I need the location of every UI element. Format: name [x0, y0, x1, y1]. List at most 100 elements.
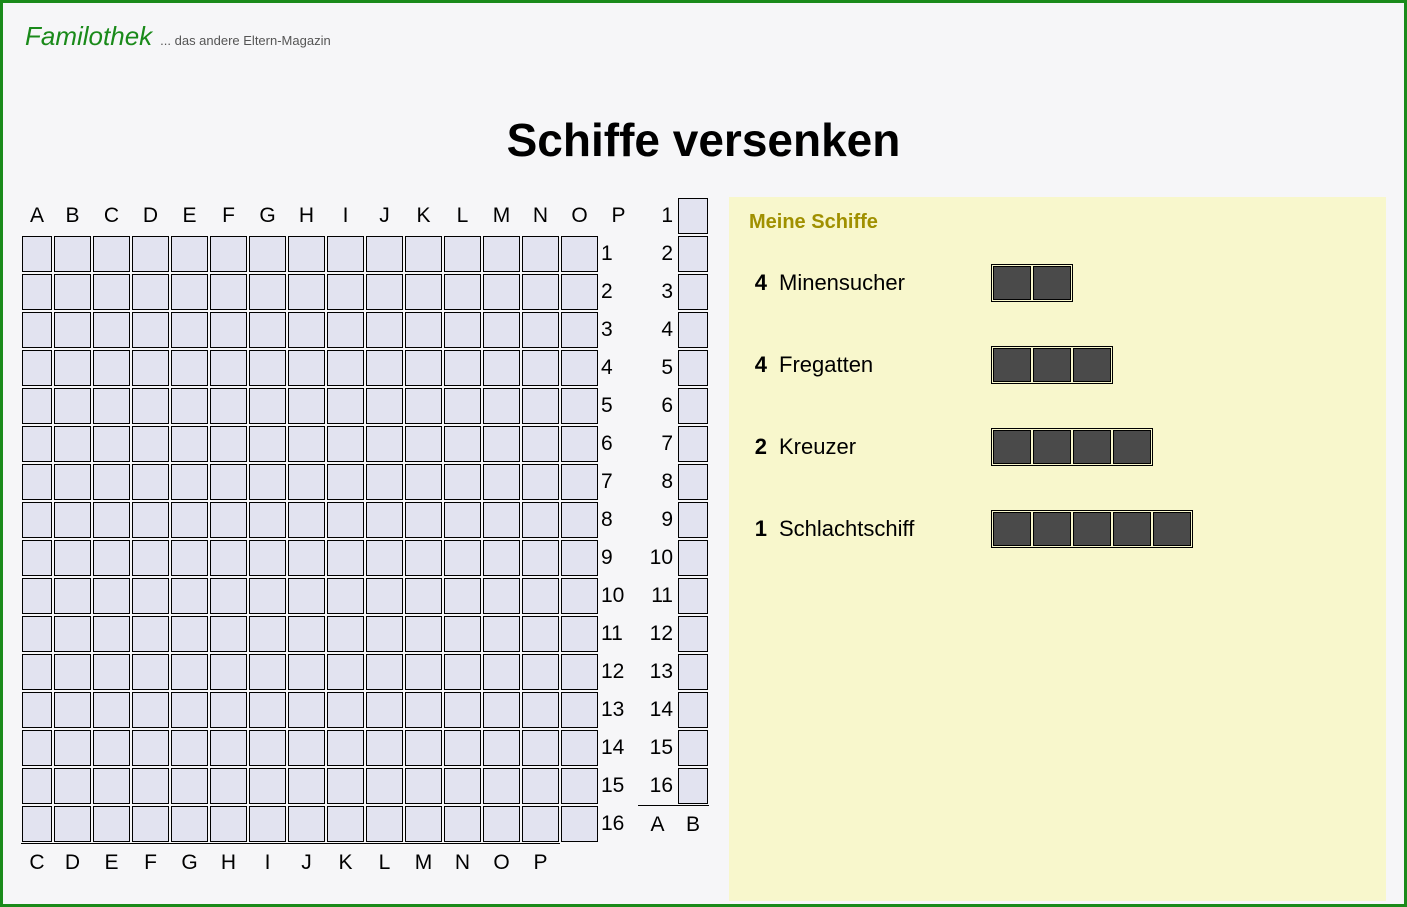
grid-cell[interactable]: [22, 464, 52, 500]
grid-cell[interactable]: [171, 806, 208, 842]
grid-cell[interactable]: [522, 730, 559, 766]
grid-cell[interactable]: [22, 312, 52, 348]
grid-cell[interactable]: [561, 540, 598, 576]
grid-cell[interactable]: [288, 578, 325, 614]
grid-cell[interactable]: [22, 692, 52, 728]
grid-cell[interactable]: [522, 350, 559, 386]
grid-cell[interactable]: [288, 654, 325, 690]
grid-cell[interactable]: [327, 540, 364, 576]
grid-cell[interactable]: [210, 312, 247, 348]
grid-cell[interactable]: [405, 654, 442, 690]
grid-cell[interactable]: [561, 502, 598, 538]
grid-cell[interactable]: [327, 578, 364, 614]
grid-cell[interactable]: [210, 578, 247, 614]
grid-cell[interactable]: [366, 312, 403, 348]
grid-cell[interactable]: [210, 768, 247, 804]
grid-cell[interactable]: [288, 312, 325, 348]
grid-cell[interactable]: [288, 350, 325, 386]
grid-cell[interactable]: [93, 502, 130, 538]
grid-cell[interactable]: [210, 236, 247, 272]
grid-cell[interactable]: [522, 502, 559, 538]
grid-cell[interactable]: [54, 312, 91, 348]
grid-cell[interactable]: [366, 616, 403, 652]
grid-cell[interactable]: [444, 388, 481, 424]
grid-cell[interactable]: [54, 388, 91, 424]
grid-cell[interactable]: [132, 350, 169, 386]
grid-cell[interactable]: [483, 312, 520, 348]
grid-cell[interactable]: [249, 274, 286, 310]
grid-cell[interactable]: [171, 312, 208, 348]
grid-cell[interactable]: [132, 426, 169, 462]
grid-cell[interactable]: [132, 274, 169, 310]
grid-cell[interactable]: [132, 806, 169, 842]
grid-cell[interactable]: [54, 464, 91, 500]
grid-cell[interactable]: [678, 350, 708, 386]
grid-cell[interactable]: [171, 388, 208, 424]
grid-cell[interactable]: [54, 540, 91, 576]
grid-cell[interactable]: [93, 464, 130, 500]
grid-cell[interactable]: [678, 236, 708, 272]
grid-cell[interactable]: [132, 692, 169, 728]
grid-cell[interactable]: [93, 768, 130, 804]
grid-cell[interactable]: [483, 616, 520, 652]
grid-cell[interactable]: [483, 236, 520, 272]
grid-cell[interactable]: [678, 198, 708, 234]
grid-cell[interactable]: [327, 616, 364, 652]
grid-cell[interactable]: [678, 502, 708, 538]
grid-cell[interactable]: [210, 540, 247, 576]
grid-cell[interactable]: [405, 768, 442, 804]
grid-cell[interactable]: [366, 540, 403, 576]
grid-cell[interactable]: [366, 806, 403, 842]
grid-cell[interactable]: [522, 312, 559, 348]
grid-cell[interactable]: [210, 692, 247, 728]
grid-cell[interactable]: [561, 730, 598, 766]
grid-cell[interactable]: [93, 616, 130, 652]
grid-cell[interactable]: [444, 578, 481, 614]
grid-cell[interactable]: [366, 654, 403, 690]
grid-cell[interactable]: [522, 388, 559, 424]
grid-cell[interactable]: [678, 616, 708, 652]
grid-cell[interactable]: [327, 312, 364, 348]
grid-cell[interactable]: [366, 464, 403, 500]
grid-cell[interactable]: [249, 540, 286, 576]
grid-cell[interactable]: [93, 312, 130, 348]
grid-cell[interactable]: [483, 350, 520, 386]
grid-cell[interactable]: [288, 806, 325, 842]
grid-cell[interactable]: [561, 768, 598, 804]
grid-cell[interactable]: [327, 464, 364, 500]
grid-cell[interactable]: [483, 578, 520, 614]
grid-cell[interactable]: [210, 806, 247, 842]
grid-cell[interactable]: [54, 730, 91, 766]
grid-cell[interactable]: [522, 236, 559, 272]
grid-cell[interactable]: [522, 692, 559, 728]
grid-cell[interactable]: [678, 426, 708, 462]
grid-cell[interactable]: [288, 502, 325, 538]
grid-cell[interactable]: [678, 464, 708, 500]
grid-cell[interactable]: [405, 274, 442, 310]
grid-cell[interactable]: [522, 654, 559, 690]
grid-cell[interactable]: [678, 692, 708, 728]
grid-cell[interactable]: [444, 730, 481, 766]
grid-cell[interactable]: [132, 616, 169, 652]
grid-cell[interactable]: [561, 388, 598, 424]
grid-cell[interactable]: [93, 540, 130, 576]
grid-cell[interactable]: [522, 768, 559, 804]
grid-cell[interactable]: [132, 236, 169, 272]
grid-cell[interactable]: [366, 730, 403, 766]
grid-cell[interactable]: [444, 502, 481, 538]
grid-cell[interactable]: [327, 768, 364, 804]
grid-cell[interactable]: [366, 350, 403, 386]
grid-cell[interactable]: [405, 312, 442, 348]
grid-cell[interactable]: [249, 388, 286, 424]
grid-cell[interactable]: [678, 654, 708, 690]
grid-cell[interactable]: [444, 312, 481, 348]
grid-cell[interactable]: [327, 502, 364, 538]
grid-cell[interactable]: [132, 578, 169, 614]
grid-cell[interactable]: [171, 616, 208, 652]
grid-cell[interactable]: [522, 274, 559, 310]
grid-cell[interactable]: [171, 502, 208, 538]
grid-cell[interactable]: [54, 502, 91, 538]
grid-cell[interactable]: [171, 464, 208, 500]
grid-cell[interactable]: [171, 540, 208, 576]
grid-cell[interactable]: [249, 806, 286, 842]
